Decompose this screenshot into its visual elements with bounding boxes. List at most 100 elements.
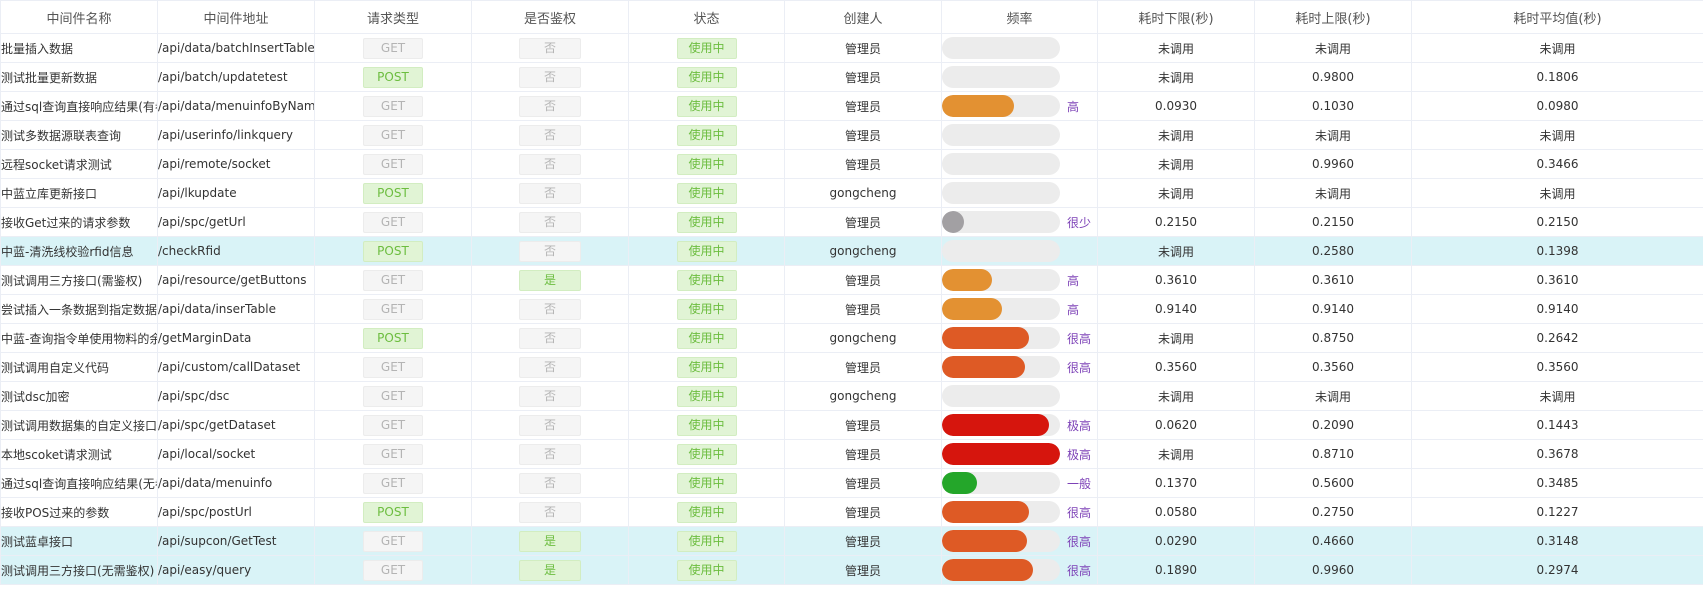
table-row[interactable]: 测试调用三方接口(无需鉴权)/api/easy/query GET 是 使用中 管理员 很… (0, 555, 1703, 585)
creator: 管理员 (784, 120, 942, 150)
request-method-tag: GET (363, 269, 423, 291)
table-row[interactable]: 测试调用自定义代码/api/custom/callDataset GET 否 使用中 管… (0, 352, 1703, 382)
frequency-bar (942, 385, 1060, 407)
column-header-avg-time[interactable]: 耗时平均值(秒) (1411, 0, 1703, 34)
auth-required-cell: 否 (471, 33, 629, 63)
request-method-tag: GET (363, 443, 423, 465)
request-method-tag: POST (363, 182, 423, 204)
auth-required-tag: 否 (519, 298, 581, 320)
middleware-address: /api/resource/getButtons (157, 265, 315, 295)
middleware-address: /api/easy/query (157, 555, 315, 585)
table-row[interactable]: 批量插入数据/api/data/batchInsertTable GET 否 使用中 管… (0, 33, 1703, 63)
min-time: 未调用 (1097, 178, 1255, 208)
auth-required-tag: 否 (519, 501, 581, 523)
table-row[interactable]: 中蓝-查询指令单使用物料的余/getMarginData POST 否 使用中 gong… (0, 323, 1703, 353)
table-row[interactable]: 通过sql查询直接响应结果(有参/api/data/menuinfoByName… (0, 91, 1703, 121)
status-tag: 使用中 (676, 37, 737, 59)
auth-required-tag: 否 (519, 95, 581, 117)
max-time: 未调用 (1254, 120, 1412, 150)
middleware-name: 测试蓝卓接口 (0, 526, 158, 556)
max-time: 0.9960 (1254, 149, 1412, 179)
max-time: 未调用 (1254, 178, 1412, 208)
creator: gongcheng (784, 236, 942, 266)
column-header-status[interactable]: 状态 (628, 0, 785, 34)
status-cell: 使用中 (628, 265, 785, 295)
column-header-address[interactable]: 中间件地址 (157, 0, 315, 34)
frequency-cell: 很高 (941, 352, 1098, 382)
frequency-bar (942, 95, 1060, 117)
column-header-name[interactable]: 中间件名称 (0, 0, 158, 34)
frequency-bar (942, 472, 1060, 494)
request-method-tag: GET (363, 530, 423, 552)
min-time: 0.0290 (1097, 526, 1255, 556)
frequency-bar-fill (942, 472, 977, 494)
status-tag: 使用中 (676, 443, 737, 465)
auth-required-tag: 否 (519, 153, 581, 175)
auth-required-cell: 否 (471, 149, 629, 179)
status-cell: 使用中 (628, 410, 785, 440)
column-header-min-time[interactable]: 耗时下限(秒) (1097, 0, 1255, 34)
table-row[interactable]: 测试多数据源联表查询/api/userinfo/linkquery GET 否 使用中… (0, 120, 1703, 150)
creator: gongcheng (784, 381, 942, 411)
column-header-frequency[interactable]: 频率 (941, 0, 1098, 34)
frequency-bar-fill (942, 327, 1029, 349)
frequency-bar (942, 211, 1060, 233)
table-row[interactable]: 测试调用三方接口(需鉴权)/api/resource/getButtons GET… (0, 265, 1703, 295)
table-row[interactable]: 中蓝-清洗线校验rfid信息/checkRfid POST 否 使用中 gongchen… (0, 236, 1703, 266)
avg-time: 0.3466 (1411, 149, 1703, 179)
auth-required-tag: 是 (519, 530, 581, 552)
middleware-address: /api/custom/callDataset (157, 352, 315, 382)
table-row[interactable]: 接收Get过来的请求参数/api/spc/getUrl GET 否 使用中 管理员 很少 0… (0, 207, 1703, 237)
request-method-tag: POST (363, 66, 423, 88)
avg-time: 0.0980 (1411, 91, 1703, 121)
frequency-cell: 很少 (941, 207, 1098, 237)
table-row[interactable]: 尝试插入一条数据到指定数据//api/data/inserTable GET 否 使用… (0, 294, 1703, 324)
table-row[interactable]: 测试dsc加密/api/spc/dsc GET 否使用中 gongcheng 未调用 未调… (0, 381, 1703, 411)
status-cell: 使用中 (628, 149, 785, 179)
column-header-auth[interactable]: 是否鉴权 (471, 0, 629, 34)
auth-required-cell: 是 (471, 526, 629, 556)
status-tag: 使用中 (676, 385, 737, 407)
creator: 管理员 (784, 91, 942, 121)
auth-required-tag: 否 (519, 66, 581, 88)
status-tag: 使用中 (676, 182, 737, 204)
status-cell: 使用中 (628, 178, 785, 208)
column-header-max-time[interactable]: 耗时上限(秒) (1254, 0, 1412, 34)
min-time: 0.0580 (1097, 497, 1255, 527)
avg-time: 0.1806 (1411, 62, 1703, 92)
max-time: 0.2750 (1254, 497, 1412, 527)
table-row[interactable]: 通过sql查询直接响应结果(无参/api/data/menuinfo GET 否 使用… (0, 468, 1703, 498)
auth-required-cell: 否 (471, 439, 629, 469)
middleware-address: /api/data/inserTable (157, 294, 315, 324)
frequency-bar-fill (942, 269, 992, 291)
frequency-level: 很高 (1067, 534, 1092, 549)
max-time: 未调用 (1254, 381, 1412, 411)
frequency-level: 很高 (1067, 563, 1092, 578)
frequency-bar (942, 327, 1060, 349)
min-time: 0.2150 (1097, 207, 1255, 237)
frequency-bar-fill (942, 95, 1014, 117)
avg-time: 0.2642 (1411, 323, 1703, 353)
frequency-bar (942, 240, 1060, 262)
avg-time: 未调用 (1411, 33, 1703, 63)
column-header-method[interactable]: 请求类型 (314, 0, 472, 34)
avg-time: 未调用 (1411, 381, 1703, 411)
table-row[interactable]: 测试调用数据集的自定义接口/api/spc/getDataset GET 否 使用中 管… (0, 410, 1703, 440)
table-row[interactable]: 测试批量更新数据/api/batch/updatetest POST 否 使用中 管理员… (0, 62, 1703, 92)
column-header-creator[interactable]: 创建人 (784, 0, 942, 34)
status-cell: 使用中 (628, 352, 785, 382)
max-time: 0.8750 (1254, 323, 1412, 353)
table-row[interactable]: 接收POS过来的参数/api/spc/postUrl POST 否 使用中 管理员 很高 0… (0, 497, 1703, 527)
status-cell: 使用中 (628, 468, 785, 498)
table-row[interactable]: 远程socket请求测试/api/remote/socket GET 否 使用中 管理员… (0, 149, 1703, 179)
middleware-name: 测试调用数据集的自定义接口 (0, 410, 158, 440)
table-row[interactable]: 测试蓝卓接口/api/supcon/GetTest GET 是 使用中 管理员 很高 0.0… (0, 526, 1703, 556)
table-row[interactable]: 本地scoket请求测试/api/local/socket GET 否 使用中 管理员 极… (0, 439, 1703, 469)
creator: 管理员 (784, 352, 942, 382)
min-time: 0.1890 (1097, 555, 1255, 585)
frequency-bar-fill (942, 414, 1049, 436)
status-tag: 使用中 (676, 240, 737, 262)
table-row[interactable]: 中蓝立库更新接口/api/lkupdate POST 否 使用中 gongcheng 未调… (0, 178, 1703, 208)
frequency-bar (942, 530, 1060, 552)
request-method-cell: GET (314, 555, 472, 585)
